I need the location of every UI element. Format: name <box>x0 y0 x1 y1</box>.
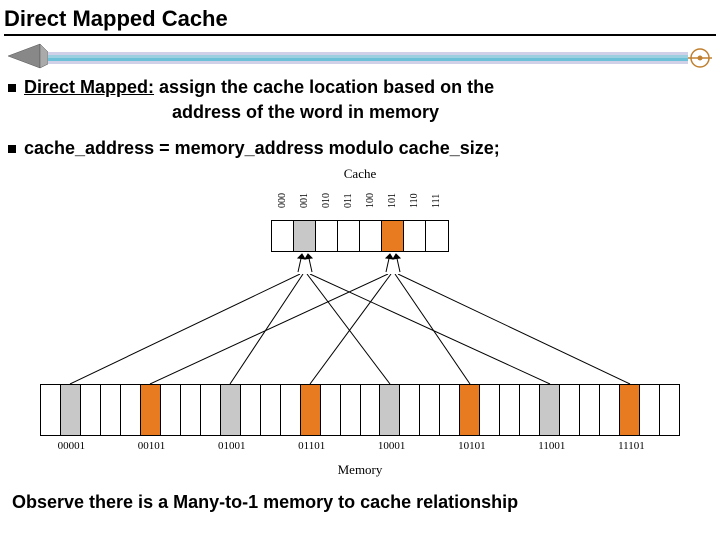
memory-cell <box>321 385 341 435</box>
cache-bit: 000 <box>272 184 294 218</box>
memory-cell <box>361 385 381 435</box>
cache-cell <box>426 221 448 251</box>
memory-cell <box>580 385 600 435</box>
cache-row <box>271 220 449 252</box>
memory-cell <box>81 385 101 435</box>
memory-addr-label: 11101 <box>618 440 645 452</box>
memory-cell <box>380 385 400 435</box>
memory-cell <box>241 385 261 435</box>
cache-bit: 111 <box>426 184 448 218</box>
memory-labels: 00001 00101 01001 01101 10001 10101 1100… <box>40 440 680 452</box>
mapping-lines <box>40 274 680 384</box>
memory-cell <box>500 385 520 435</box>
bullet-1-text: Direct Mapped: assign the cache location… <box>24 76 494 99</box>
memory-cell <box>420 385 440 435</box>
memory-cell <box>600 385 620 435</box>
cache-diagram: Cache 000001010011100101110111 <box>40 166 680 478</box>
decorative-bar <box>0 38 720 72</box>
cache-cell <box>404 221 426 251</box>
cache-bit: 101 <box>382 184 404 218</box>
memory-cell <box>560 385 580 435</box>
bullet-1-cont: address of the word in memory <box>0 101 720 124</box>
memory-addr-label: 01001 <box>218 440 246 452</box>
memory-cell <box>620 385 640 435</box>
memory-cell <box>121 385 141 435</box>
memory-cell <box>61 385 81 435</box>
memory-cell <box>480 385 500 435</box>
memory-cell <box>440 385 460 435</box>
bullet-1: Direct Mapped: assign the cache location… <box>0 72 720 101</box>
memory-cell <box>281 385 301 435</box>
cache-bit: 001 <box>294 184 316 218</box>
memory-addr-label: 00001 <box>58 440 86 452</box>
memory-cell <box>181 385 201 435</box>
cache-cell <box>272 221 294 251</box>
footer-text: Observe there is a Many-to-1 memory to c… <box>0 478 720 513</box>
memory-cell <box>41 385 61 435</box>
memory-cell <box>460 385 480 435</box>
cache-cell <box>382 221 404 251</box>
memory-cell <box>400 385 420 435</box>
bullet-1-lead: Direct Mapped: <box>24 77 154 97</box>
memory-cell <box>141 385 161 435</box>
memory-cell <box>161 385 181 435</box>
memory-cell <box>520 385 540 435</box>
bullet-icon <box>8 145 16 153</box>
cache-bit: 100 <box>360 184 382 218</box>
memory-addr-label: 00101 <box>138 440 166 452</box>
bullet-1-rest: assign the cache location based on the <box>154 77 494 97</box>
cache-bit: 110 <box>404 184 426 218</box>
memory-addr-label: 10001 <box>378 440 406 452</box>
memory-cell <box>101 385 121 435</box>
bullet-2: cache_address = memory_address modulo ca… <box>0 133 720 162</box>
title-underline <box>4 34 716 36</box>
cache-label: Cache <box>40 166 680 182</box>
cache-cell <box>338 221 360 251</box>
cache-bit-labels: 000001010011100101110111 <box>272 184 448 218</box>
memory-cell <box>540 385 560 435</box>
cache-cell <box>294 221 316 251</box>
cache-cell <box>316 221 338 251</box>
cache-bit: 011 <box>338 184 360 218</box>
memory-cell <box>301 385 321 435</box>
cache-bit: 010 <box>316 184 338 218</box>
bullet-2-text: cache_address = memory_address modulo ca… <box>24 137 500 160</box>
memory-row <box>40 384 680 436</box>
slide-title: Direct Mapped Cache <box>0 0 720 34</box>
memory-addr-label: 11001 <box>538 440 565 452</box>
memory-cell <box>201 385 221 435</box>
cache-cell <box>360 221 382 251</box>
memory-cell <box>261 385 281 435</box>
bullet-icon <box>8 84 16 92</box>
memory-cell <box>660 385 679 435</box>
memory-cell <box>640 385 660 435</box>
memory-addr-label: 01101 <box>298 440 325 452</box>
memory-label: Memory <box>40 462 680 478</box>
memory-cell <box>341 385 361 435</box>
memory-cell <box>221 385 241 435</box>
memory-addr-label: 10101 <box>458 440 486 452</box>
